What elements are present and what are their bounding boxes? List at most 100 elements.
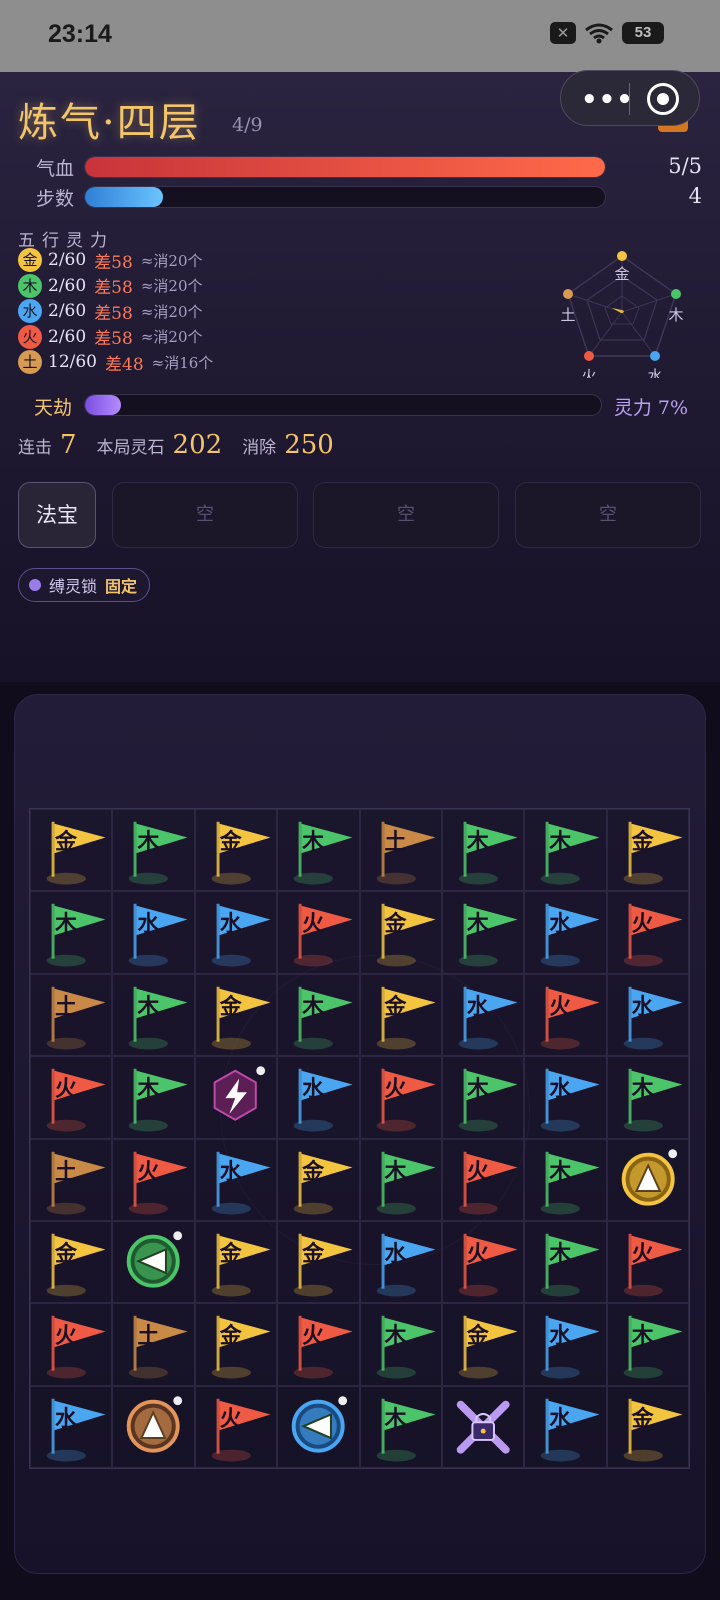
- flag-tile[interactable]: 木: [524, 1138, 607, 1221]
- flag-tile[interactable]: 水: [524, 891, 607, 974]
- hp-value: 5/5: [668, 154, 702, 178]
- flag-tile[interactable]: 金: [359, 973, 442, 1057]
- flag-tile[interactable]: 金: [30, 809, 113, 892]
- element-row: 水 2/60 差58 ≈消20个: [18, 299, 202, 324]
- special-tile-lock-icon[interactable]: [441, 1385, 525, 1468]
- flag-tile[interactable]: 金: [194, 973, 278, 1057]
- flag-tile[interactable]: 木: [524, 809, 607, 892]
- flag-tile[interactable]: 木: [441, 1056, 525, 1139]
- special-tile-lightning-icon[interactable]: [194, 1056, 278, 1139]
- flag-tile[interactable]: 木: [441, 891, 525, 974]
- flag-tile[interactable]: 金: [194, 1220, 278, 1304]
- element-row: 火 2/60 差58 ≈消20个: [18, 324, 202, 349]
- fabao-slot-2[interactable]: 空: [313, 482, 499, 548]
- flag-tile[interactable]: 木: [606, 1056, 689, 1139]
- flag-tile[interactable]: 火: [606, 1220, 689, 1304]
- radar-node-water: [650, 351, 660, 361]
- flag-tile[interactable]: 水: [359, 1220, 442, 1304]
- flag-tile[interactable]: 火: [112, 1138, 195, 1221]
- flag-tile[interactable]: 木: [277, 809, 360, 892]
- flag-tile[interactable]: 火: [441, 1220, 525, 1304]
- flag-tile[interactable]: 土: [30, 973, 113, 1057]
- flag-tile[interactable]: 金: [441, 1303, 525, 1386]
- flag-tile[interactable]: 火: [30, 1056, 113, 1139]
- flag-tile[interactable]: 金: [30, 1220, 113, 1304]
- flag-tile[interactable]: 木: [441, 809, 525, 892]
- flag-glyph: 火: [302, 1323, 325, 1350]
- flag-glyph: 火: [549, 993, 572, 1020]
- flag-tile[interactable]: 水: [112, 891, 195, 974]
- flag-glyph: 金: [219, 1323, 242, 1350]
- tribulation-bar-fill: [85, 395, 122, 415]
- flag-tile[interactable]: 金: [606, 1385, 689, 1468]
- flag-tile[interactable]: 水: [524, 1385, 607, 1468]
- flag-glyph: 木: [631, 1076, 654, 1103]
- flag-tile[interactable]: 水: [524, 1056, 607, 1139]
- flag-tile[interactable]: 木: [524, 1220, 607, 1304]
- miniprogram-capsule[interactable]: •••: [560, 70, 700, 126]
- cleared-value: 250: [284, 430, 334, 460]
- status-effect-tag[interactable]: 缚灵锁 固定: [18, 568, 151, 602]
- flag-tile[interactable]: 水: [606, 973, 689, 1057]
- flag-tile[interactable]: 土: [112, 1303, 195, 1386]
- flag-tile[interactable]: 水: [524, 1303, 607, 1386]
- element-row: 金 2/60 差58 ≈消20个: [18, 248, 203, 273]
- flag-tile[interactable]: 金: [277, 1220, 360, 1304]
- flag-glyph: 水: [302, 1076, 325, 1103]
- flag-tile[interactable]: 土: [359, 809, 442, 892]
- flag-tile[interactable]: 火: [277, 891, 360, 974]
- element-badge-icon: 水: [18, 299, 42, 323]
- flag-tile[interactable]: 火: [30, 1303, 113, 1386]
- flag-tile[interactable]: 土: [30, 1138, 113, 1221]
- element-gap: 差58: [94, 252, 133, 273]
- more-icon[interactable]: •••: [581, 85, 634, 115]
- element-need: ≈消16个: [151, 353, 214, 372]
- fabao-slot-3[interactable]: 空: [515, 482, 701, 548]
- flag-tile[interactable]: 水: [441, 973, 525, 1057]
- flag-tile[interactable]: 火: [359, 1056, 442, 1139]
- flag-glyph: 木: [466, 829, 489, 855]
- special-tile-arrow-up-gold-icon[interactable]: [606, 1138, 689, 1221]
- flag-glyph: 火: [302, 911, 325, 938]
- flag-tile[interactable]: 水: [194, 1138, 278, 1221]
- flag-tile[interactable]: 火: [277, 1303, 360, 1386]
- match-board[interactable]: 金木金木土木木金木水水火金木水火土木金木金水火水火木水火木水木土火水金木火木金金…: [29, 808, 690, 1469]
- flag-tile[interactable]: 木: [359, 1303, 442, 1386]
- flag-tile[interactable]: 水: [194, 891, 278, 974]
- flag-tile[interactable]: 金: [277, 1138, 360, 1221]
- flag-glyph: 水: [384, 1240, 407, 1267]
- flag-glyph: 土: [55, 1158, 78, 1185]
- fabao-button[interactable]: 法宝: [18, 482, 96, 548]
- flag-tile[interactable]: 木: [112, 973, 195, 1057]
- flag-glyph: 水: [219, 911, 242, 938]
- flag-glyph: 木: [137, 829, 160, 855]
- flag-tile[interactable]: 火: [194, 1385, 278, 1468]
- flag-tile[interactable]: 金: [359, 891, 442, 974]
- special-tile-arrow-up-earth-icon[interactable]: [112, 1385, 195, 1468]
- capsule-divider: [629, 83, 630, 115]
- flag-tile[interactable]: 木: [277, 973, 360, 1057]
- flag-tile[interactable]: 金: [194, 809, 278, 892]
- flag-tile[interactable]: 木: [30, 891, 113, 974]
- flag-tile[interactable]: 水: [30, 1385, 113, 1468]
- flag-tile[interactable]: 火: [441, 1138, 525, 1221]
- element-gap: 差48: [105, 354, 144, 375]
- flag-tile[interactable]: 木: [112, 809, 195, 892]
- element-value: 2/60: [48, 250, 87, 270]
- flag-glyph: 火: [631, 911, 654, 938]
- flag-tile[interactable]: 木: [606, 1303, 689, 1386]
- flag-tile[interactable]: 木: [359, 1385, 442, 1468]
- flag-tile[interactable]: 水: [277, 1056, 360, 1139]
- flag-tile[interactable]: 火: [524, 973, 607, 1057]
- flag-tile[interactable]: 火: [606, 891, 689, 974]
- flag-tile[interactable]: 金: [194, 1303, 278, 1386]
- close-target-icon[interactable]: [647, 83, 679, 115]
- flag-tile[interactable]: 木: [112, 1056, 195, 1139]
- element-need: ≈消20个: [140, 251, 203, 270]
- special-tile-arrow-left-blue-icon[interactable]: [277, 1385, 360, 1468]
- flag-tile[interactable]: 金: [606, 809, 689, 892]
- element-radar-chart: 金 木 水 火 土: [560, 251, 684, 378]
- special-tile-arrow-left-green-icon[interactable]: [112, 1220, 195, 1304]
- fabao-slot-1[interactable]: 空: [112, 482, 298, 548]
- flag-tile[interactable]: 木: [359, 1138, 442, 1221]
